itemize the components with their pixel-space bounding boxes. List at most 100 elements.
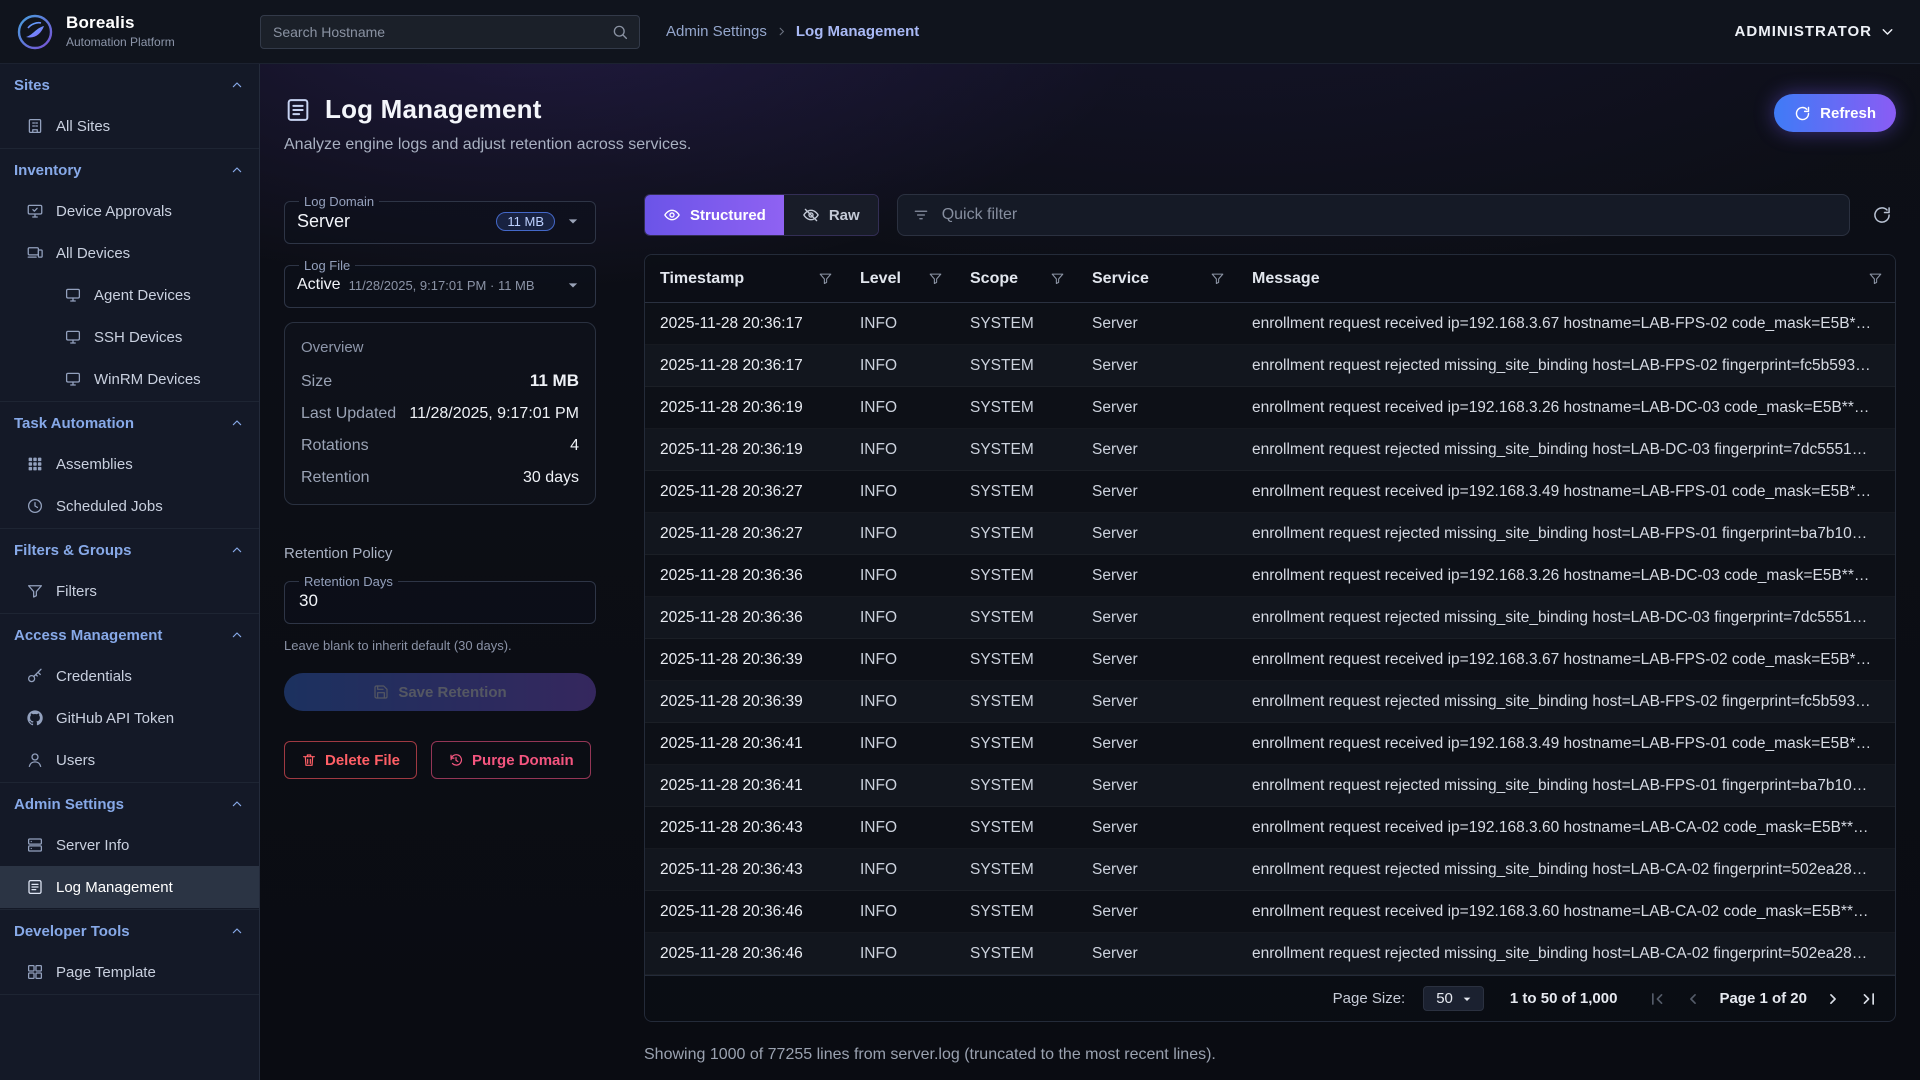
- table-row[interactable]: 2025-11-28 20:36:19INFOSYSTEMServerenrol…: [645, 387, 1895, 429]
- prev-page-button[interactable]: [1683, 989, 1703, 1009]
- refresh-icon: [1872, 205, 1892, 225]
- cell-service: Server: [1077, 861, 1237, 879]
- sidebar-item-label: Agent Devices: [94, 287, 191, 304]
- page-size-select[interactable]: 50: [1423, 986, 1484, 1011]
- section-header-task-automation[interactable]: Task Automation: [0, 403, 259, 443]
- table-row[interactable]: 2025-11-28 20:36:39INFOSYSTEMServerenrol…: [645, 681, 1895, 723]
- cell-service: Server: [1077, 693, 1237, 711]
- table-row[interactable]: 2025-11-28 20:36:43INFOSYSTEMServerenrol…: [645, 849, 1895, 891]
- column-header-timestamp[interactable]: Timestamp: [645, 270, 845, 288]
- refresh-icon: [1794, 105, 1811, 122]
- cell-level: INFO: [845, 483, 955, 501]
- filter-icon[interactable]: [928, 271, 943, 286]
- sites-icon: [26, 117, 44, 135]
- column-header-service[interactable]: Service: [1077, 270, 1237, 288]
- table-row[interactable]: 2025-11-28 20:36:43INFOSYSTEMServerenrol…: [645, 807, 1895, 849]
- column-header-message[interactable]: Message: [1237, 270, 1895, 288]
- user-menu[interactable]: ADMINISTRATOR: [1735, 23, 1896, 40]
- quick-filter[interactable]: [897, 194, 1850, 236]
- cell-level: INFO: [845, 861, 955, 879]
- next-page-button[interactable]: [1823, 989, 1843, 1009]
- last-page-button[interactable]: [1859, 989, 1879, 1009]
- sidebar-item-all-devices[interactable]: All Devices: [0, 232, 259, 274]
- filter-icon[interactable]: [1868, 271, 1883, 286]
- sidebar-item-page-template[interactable]: Page Template: [0, 951, 259, 993]
- table-row[interactable]: 2025-11-28 20:36:46INFOSYSTEMServerenrol…: [645, 933, 1895, 975]
- cell-service: Server: [1077, 777, 1237, 795]
- purge-domain-button[interactable]: Purge Domain: [431, 741, 591, 779]
- cell-scope: SYSTEM: [955, 735, 1077, 753]
- cell-service: Server: [1077, 525, 1237, 543]
- section-header-developer-tools[interactable]: Developer Tools: [0, 911, 259, 951]
- sidebar-item-credentials[interactable]: Credentials: [0, 655, 259, 697]
- sidebar-item-device-approvals[interactable]: Device Approvals: [0, 190, 259, 232]
- sidebar-item-github-api-token[interactable]: GitHub API Token: [0, 697, 259, 739]
- sidebar-item-assemblies[interactable]: Assemblies: [0, 443, 259, 485]
- section-header-access-management[interactable]: Access Management: [0, 615, 259, 655]
- sidebar-item-filters[interactable]: Filters: [0, 570, 259, 612]
- table-row[interactable]: 2025-11-28 20:36:19INFOSYSTEMServerenrol…: [645, 429, 1895, 471]
- cell-timestamp: 2025-11-28 20:36:17: [645, 357, 845, 375]
- table-row[interactable]: 2025-11-28 20:36:41INFOSYSTEMServerenrol…: [645, 765, 1895, 807]
- table-row[interactable]: 2025-11-28 20:36:27INFOSYSTEMServerenrol…: [645, 471, 1895, 513]
- table-row[interactable]: 2025-11-28 20:36:36INFOSYSTEMServerenrol…: [645, 597, 1895, 639]
- refresh-button[interactable]: Refresh: [1774, 94, 1896, 132]
- quick-filter-input[interactable]: [940, 205, 1835, 225]
- hostname-search[interactable]: [260, 15, 640, 49]
- clock-icon: [26, 497, 44, 515]
- section-header-admin-settings[interactable]: Admin Settings: [0, 784, 259, 824]
- sidebar-item-log-management[interactable]: Log Management: [0, 866, 259, 908]
- chevron-up-icon: [229, 627, 245, 643]
- column-header-level[interactable]: Level: [845, 270, 955, 288]
- table-row[interactable]: 2025-11-28 20:36:17INFOSYSTEMServerenrol…: [645, 345, 1895, 387]
- table-row[interactable]: 2025-11-28 20:36:17INFOSYSTEMServerenrol…: [645, 303, 1895, 345]
- server-icon: [26, 836, 44, 854]
- filter-icon[interactable]: [1210, 271, 1225, 286]
- structured-view-toggle[interactable]: Structured: [645, 195, 784, 235]
- delete-file-button[interactable]: Delete File: [284, 741, 417, 779]
- row-range: 1 to 50 of 1,000: [1510, 990, 1618, 1007]
- log-file-select[interactable]: Log File Active 11/28/2025, 9:17:01 PM ·…: [284, 258, 596, 308]
- search-input[interactable]: [271, 23, 603, 41]
- section-header-filters-groups[interactable]: Filters & Groups: [0, 530, 259, 570]
- sidebar-item-users[interactable]: Users: [0, 739, 259, 781]
- table-row[interactable]: 2025-11-28 20:36:41INFOSYSTEMServerenrol…: [645, 723, 1895, 765]
- table-row[interactable]: 2025-11-28 20:36:27INFOSYSTEMServerenrol…: [645, 513, 1895, 555]
- page-size-label: Page Size:: [1333, 990, 1406, 1007]
- retention-days-input[interactable]: [297, 590, 583, 612]
- table-row[interactable]: 2025-11-28 20:36:46INFOSYSTEMServerenrol…: [645, 891, 1895, 933]
- sidebar-item-winrm-devices[interactable]: WinRM Devices: [0, 358, 259, 400]
- cell-scope: SYSTEM: [955, 651, 1077, 669]
- log-file-value: Active: [297, 276, 341, 294]
- sidebar-item-label: All Devices: [56, 245, 130, 262]
- log-domain-select[interactable]: Log Domain Server 11 MB: [284, 194, 596, 244]
- cell-service: Server: [1077, 651, 1237, 669]
- filter-icon[interactable]: [1050, 271, 1065, 286]
- raw-view-toggle[interactable]: Raw: [784, 195, 878, 235]
- sidebar-item-all-sites[interactable]: All Sites: [0, 105, 259, 147]
- retention-days-field[interactable]: Retention Days: [284, 574, 596, 624]
- breadcrumb-log-management[interactable]: Log Management: [796, 23, 919, 40]
- table-row[interactable]: 2025-11-28 20:36:39INFOSYSTEMServerenrol…: [645, 639, 1895, 681]
- section-header-sites[interactable]: Sites: [0, 65, 259, 105]
- breadcrumb-admin-settings[interactable]: Admin Settings: [666, 23, 767, 40]
- brand[interactable]: Borealis Automation Platform: [0, 11, 260, 53]
- column-header-scope[interactable]: Scope: [955, 270, 1077, 288]
- log-icon: [26, 878, 44, 896]
- sidebar-item-agent-devices[interactable]: Agent Devices: [0, 274, 259, 316]
- cell-message: enrollment request rejected missing_site…: [1237, 525, 1895, 543]
- table-row[interactable]: 2025-11-28 20:36:36INFOSYSTEMServerenrol…: [645, 555, 1895, 597]
- section-header-inventory[interactable]: Inventory: [0, 150, 259, 190]
- caret-down-icon: [563, 275, 583, 295]
- sidebar-item-scheduled-jobs[interactable]: Scheduled Jobs: [0, 485, 259, 527]
- sidebar-item-server-info[interactable]: Server Info: [0, 824, 259, 866]
- sidebar-item-ssh-devices[interactable]: SSH Devices: [0, 316, 259, 358]
- sidebar-item-label: SSH Devices: [94, 329, 182, 346]
- first-page-button[interactable]: [1647, 989, 1667, 1009]
- filter-icon[interactable]: [818, 271, 833, 286]
- cell-timestamp: 2025-11-28 20:36:36: [645, 609, 845, 627]
- cell-message: enrollment request received ip=192.168.3…: [1237, 735, 1895, 753]
- save-retention-button[interactable]: Save Retention: [284, 673, 596, 711]
- reload-logs-button[interactable]: [1868, 201, 1896, 229]
- cell-level: INFO: [845, 819, 955, 837]
